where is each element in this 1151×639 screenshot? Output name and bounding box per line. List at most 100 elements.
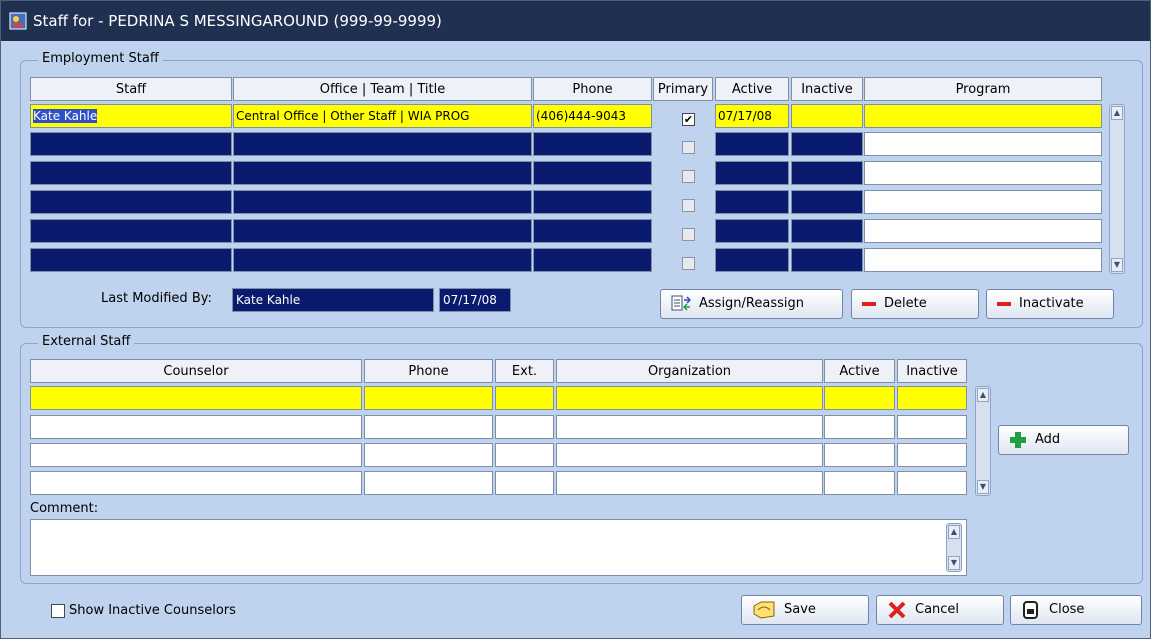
- program-cell[interactable]: [864, 104, 1102, 128]
- employment-scrollbar[interactable]: ▲ ▼: [1109, 104, 1125, 274]
- employment-staff-label: Employment Staff: [38, 51, 163, 66]
- active-date-cell[interactable]: [715, 161, 789, 185]
- ext-inactive-cell[interactable]: [897, 471, 967, 495]
- scroll-up-icon[interactable]: ▲: [977, 388, 989, 402]
- add-button[interactable]: Add: [998, 425, 1129, 455]
- active-date-cell[interactable]: [715, 132, 789, 156]
- minus-icon: [862, 302, 876, 306]
- ext-phone-cell[interactable]: [364, 386, 493, 410]
- title-bar: Staff for - PEDRINA S MESSINGAROUND (999…: [1, 1, 1150, 41]
- ext-inactive-cell[interactable]: [897, 386, 967, 410]
- primary-checkbox[interactable]: [682, 257, 695, 270]
- active-date-cell[interactable]: 07/17/08: [715, 104, 789, 128]
- inactivate-button[interactable]: Inactivate: [986, 289, 1114, 319]
- staff-cell[interactable]: [30, 248, 232, 272]
- close-label: Close: [1049, 602, 1085, 617]
- primary-checkbox[interactable]: [682, 170, 695, 183]
- counselor-cell[interactable]: [30, 386, 362, 410]
- ext-inactive-cell[interactable]: [897, 415, 967, 439]
- organization-cell[interactable]: [556, 443, 823, 467]
- primary-checkbox[interactable]: [682, 141, 695, 154]
- active-date-cell[interactable]: [715, 248, 789, 272]
- program-cell[interactable]: [864, 219, 1102, 243]
- minus-icon: [997, 302, 1011, 306]
- col-header-organization: Organization: [556, 359, 823, 383]
- ext-phone-cell[interactable]: [364, 471, 493, 495]
- counselor-cell[interactable]: [30, 415, 362, 439]
- office-cell[interactable]: [233, 161, 532, 185]
- primary-checkbox[interactable]: ✔: [682, 113, 695, 126]
- program-cell[interactable]: [864, 161, 1102, 185]
- office-cell[interactable]: Central Office | Other Staff | WIA PROG: [233, 104, 532, 128]
- counselor-cell[interactable]: [30, 443, 362, 467]
- col-header-primary: Primary: [653, 77, 713, 101]
- office-cell[interactable]: [233, 190, 532, 214]
- program-cell[interactable]: [864, 248, 1102, 272]
- inactive-date-cell[interactable]: [791, 248, 863, 272]
- office-cell[interactable]: [233, 219, 532, 243]
- inactive-date-cell[interactable]: [791, 104, 863, 128]
- scroll-up-icon[interactable]: ▲: [1111, 106, 1123, 120]
- last-modified-label: Last Modified By:: [101, 291, 212, 306]
- ext-active-cell[interactable]: [824, 471, 895, 495]
- comment-textarea[interactable]: [30, 519, 967, 576]
- phone-cell[interactable]: [533, 190, 652, 214]
- active-date-cell[interactable]: [715, 190, 789, 214]
- comment-scrollbar[interactable]: ▲ ▼: [946, 523, 962, 572]
- window-title: Staff for - PEDRINA S MESSINGAROUND (999…: [33, 12, 442, 30]
- program-cell[interactable]: [864, 132, 1102, 156]
- phone-cell[interactable]: [533, 161, 652, 185]
- staff-cell[interactable]: [30, 161, 232, 185]
- primary-checkbox[interactable]: [682, 199, 695, 212]
- ext-cell[interactable]: [495, 443, 554, 467]
- close-x-icon: [888, 601, 906, 619]
- col-header-ext: Ext.: [495, 359, 554, 383]
- assign-reassign-button[interactable]: Assign/Reassign: [660, 289, 843, 319]
- office-cell[interactable]: [233, 132, 532, 156]
- inactive-date-cell[interactable]: [791, 219, 863, 243]
- scroll-down-icon[interactable]: ▼: [977, 480, 989, 494]
- staff-cell[interactable]: [30, 190, 232, 214]
- counselor-cell[interactable]: [30, 471, 362, 495]
- ext-cell[interactable]: [495, 386, 554, 410]
- staff-cell[interactable]: Kate Kahle: [30, 104, 232, 128]
- ext-phone-cell[interactable]: [364, 415, 493, 439]
- program-cell[interactable]: [864, 190, 1102, 214]
- phone-cell[interactable]: (406)444-9043: [533, 104, 652, 128]
- scroll-down-icon[interactable]: ▼: [1111, 258, 1123, 272]
- ext-active-cell[interactable]: [824, 386, 895, 410]
- plus-icon: [1010, 432, 1026, 448]
- scroll-down-icon[interactable]: ▼: [948, 556, 960, 570]
- office-cell[interactable]: [233, 248, 532, 272]
- ext-active-cell[interactable]: [824, 415, 895, 439]
- save-button[interactable]: Save: [741, 595, 869, 625]
- organization-cell[interactable]: [556, 415, 823, 439]
- close-button[interactable]: Close: [1010, 595, 1142, 625]
- scroll-up-icon[interactable]: ▲: [948, 525, 960, 539]
- show-inactive-checkbox[interactable]: [51, 604, 65, 618]
- cancel-button[interactable]: Cancel: [876, 595, 1004, 625]
- inactive-date-cell[interactable]: [791, 161, 863, 185]
- phone-cell[interactable]: [533, 248, 652, 272]
- staff-cell[interactable]: [30, 132, 232, 156]
- phone-cell[interactable]: [533, 219, 652, 243]
- col-header-office: Office | Team | Title: [233, 77, 532, 101]
- primary-checkbox[interactable]: [682, 228, 695, 241]
- inactive-date-cell[interactable]: [791, 190, 863, 214]
- phone-cell[interactable]: [533, 132, 652, 156]
- ext-phone-cell[interactable]: [364, 443, 493, 467]
- active-date-cell[interactable]: [715, 219, 789, 243]
- ext-cell[interactable]: [495, 415, 554, 439]
- ext-active-cell[interactable]: [824, 443, 895, 467]
- organization-cell[interactable]: [556, 386, 823, 410]
- organization-cell[interactable]: [556, 471, 823, 495]
- delete-button[interactable]: Delete: [851, 289, 979, 319]
- ext-cell[interactable]: [495, 471, 554, 495]
- ext-inactive-cell[interactable]: [897, 443, 967, 467]
- assign-reassign-label: Assign/Reassign: [699, 296, 804, 311]
- inactive-date-cell[interactable]: [791, 132, 863, 156]
- staff-cell[interactable]: [30, 219, 232, 243]
- col-header-ext-active: Active: [824, 359, 895, 383]
- external-scrollbar[interactable]: ▲ ▼: [975, 386, 991, 496]
- col-header-phone: Phone: [533, 77, 652, 101]
